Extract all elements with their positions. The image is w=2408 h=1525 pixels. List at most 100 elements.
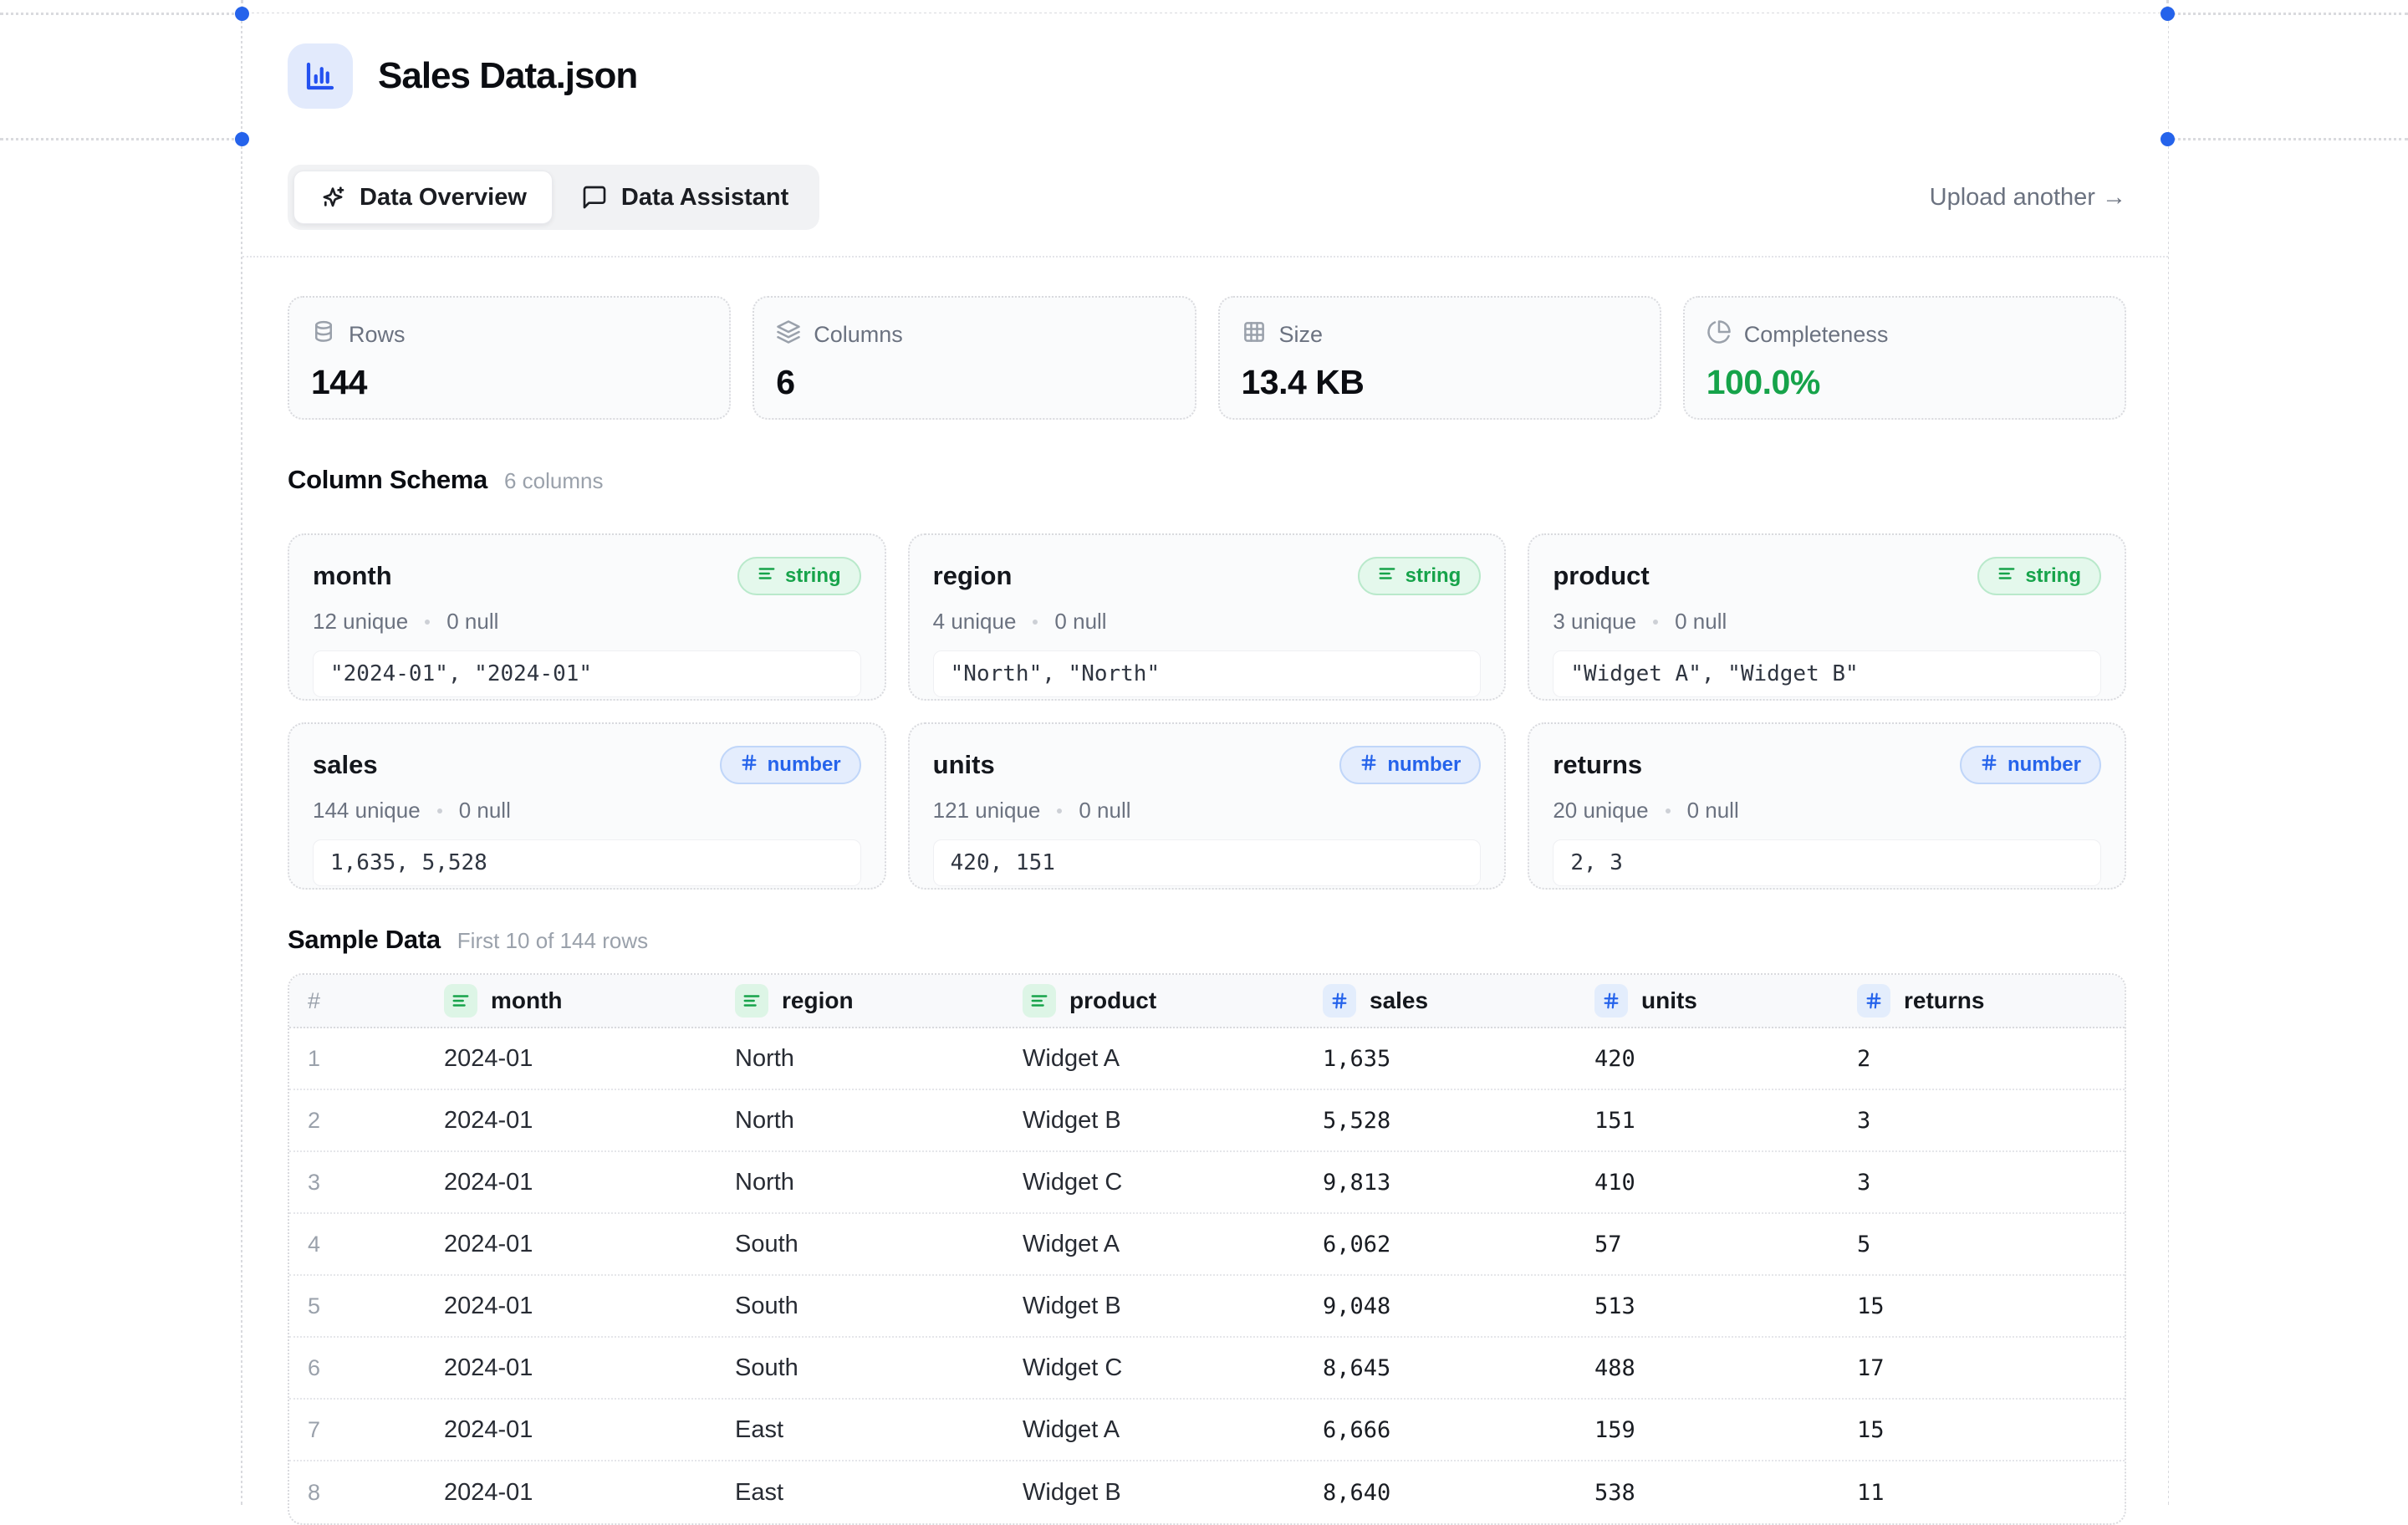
file-type-icon-box [288,43,353,109]
cell-returns: 17 [1857,1355,2125,1381]
unique-count: 20 unique [1553,798,1648,824]
cell-product: Widget A [1023,1231,1323,1258]
cell-month: 2024-01 [444,1293,735,1320]
null-count: 0 null [446,609,498,635]
row-index: 1 [289,1046,444,1072]
cell-region: South [735,1293,1023,1320]
sample-values: 1,635, 5,528 [313,839,861,886]
column-header: region [735,984,1023,1018]
schema-column-card: sales number 144 unique 0 null 1,635, 5,… [288,722,886,890]
cell-month: 2024-01 [444,1231,735,1258]
cell-units: 538 [1594,1480,1857,1506]
tab-group: Data Overview Data Assistant [288,165,819,230]
cell-region: North [735,1107,1023,1135]
stats-grid: Rows 144 Columns 6 Size [288,296,2126,420]
cell-product: Widget B [1023,1479,1323,1507]
column-stats: 144 unique 0 null [313,798,861,824]
dot-separator [1666,808,1671,814]
tab-data-overview[interactable]: Data Overview [293,171,553,224]
schema-column-card: product string 3 unique 0 null "Widget A… [1528,533,2126,701]
null-count: 0 null [1079,798,1130,824]
cell-units: 513 [1594,1293,1857,1319]
null-count: 0 null [1054,609,1106,635]
table-body: 12024-01NorthWidget A1,635420222024-01No… [289,1028,2125,1523]
type-badge-label: number [2008,753,2081,777]
column-header-label: units [1641,987,1697,1014]
sparkles-icon [319,184,346,211]
null-count: 0 null [459,798,511,824]
row-index: 5 [289,1293,444,1319]
stat-label: Size [1279,322,1324,348]
stat-label-row: Size [1242,319,1638,350]
table-header-row: # month region product [289,975,2125,1028]
type-badge-label: string [785,564,841,588]
type-badge: string [737,557,861,595]
table-row: 62024-01SouthWidget C8,64548817 [289,1338,2125,1400]
cell-product: Widget B [1023,1293,1323,1320]
cell-units: 159 [1594,1417,1857,1443]
unique-count: 4 unique [933,609,1017,635]
database-icon [311,319,336,350]
align-left-icon [1378,564,1396,589]
cell-product: Widget C [1023,1169,1323,1196]
stat-card: Rows 144 [288,296,731,420]
schema-column-card: units number 121 unique 0 null 420, 151 [908,722,1507,890]
stat-label-row: Completeness [1707,319,2103,350]
null-count: 0 null [1675,609,1727,635]
stat-value: 100.0% [1707,363,2103,402]
column-header-label: sales [1370,987,1428,1014]
row-index: 4 [289,1232,444,1257]
row-index: 2 [289,1108,444,1134]
column-header: product [1023,984,1323,1018]
table-row: 72024-01EastWidget A6,66615915 [289,1400,2125,1461]
cell-units: 488 [1594,1355,1857,1381]
column-stats: 3 unique 0 null [1553,609,2101,635]
column-stats: 4 unique 0 null [933,609,1482,635]
hash-icon [1323,984,1356,1018]
stat-value: 144 [311,363,707,402]
selection-handle-dot[interactable] [2161,132,2175,146]
layers-icon [776,319,801,350]
column-schema-heading: Column Schema 6 columns [288,465,2126,495]
cell-month: 2024-01 [444,1045,735,1073]
cell-sales: 8,640 [1323,1480,1594,1506]
selection-handle-dot[interactable] [235,132,249,146]
section-title: Sample Data [288,925,441,955]
cell-product: Widget C [1023,1354,1323,1382]
hash-icon [740,753,758,778]
type-badge-label: number [768,753,841,777]
cell-month: 2024-01 [444,1479,735,1507]
hash-icon [1360,753,1378,778]
sample-data-heading: Sample Data First 10 of 144 rows [288,925,2126,955]
stat-value: 13.4 KB [1242,363,1638,402]
align-left-icon [1997,564,2016,589]
column-name: returns [1553,750,1642,780]
schema-grid: month string 12 unique 0 null "2024-01",… [288,533,2126,890]
table-row: 82024-01EastWidget B8,64053811 [289,1461,2125,1523]
type-badge: number [1339,746,1481,784]
dot-separator [437,808,442,814]
selection-handle-dot[interactable] [235,7,249,21]
cell-product: Widget A [1023,1045,1323,1073]
unique-count: 144 unique [313,798,421,824]
table-row: 42024-01SouthWidget A6,062575 [289,1214,2125,1276]
cell-sales: 6,666 [1323,1417,1594,1443]
page-title: Sales Data.json [378,55,637,97]
cell-product: Widget B [1023,1107,1323,1135]
tabs-bar: Data Overview Data Assistant Upload anot… [242,139,2168,258]
null-count: 0 null [1687,798,1739,824]
type-badge-label: string [1406,564,1462,588]
upload-another-link[interactable]: Upload another → [1930,184,2126,212]
column-header: month [444,984,735,1018]
align-left-icon [758,564,776,589]
stat-label: Columns [814,322,903,348]
type-badge: number [1960,746,2101,784]
selection-handle-dot[interactable] [2161,7,2175,21]
sample-values: "Widget A", "Widget B" [1553,650,2101,697]
column-name: units [933,750,995,780]
cell-region: East [735,1479,1023,1507]
tab-data-assistant[interactable]: Data Assistant [556,171,814,224]
dot-separator [425,620,430,625]
type-badge: string [1358,557,1482,595]
cell-sales: 5,528 [1323,1108,1594,1134]
